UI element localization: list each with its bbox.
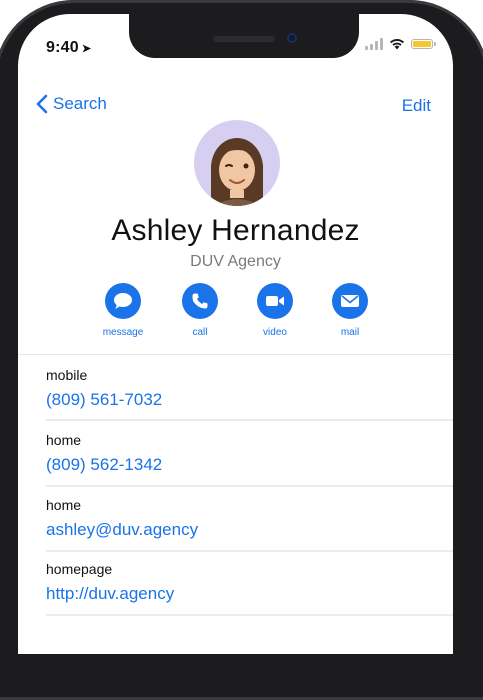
status-indicators bbox=[365, 38, 436, 50]
field-value-email[interactable]: ashley@duv.agency bbox=[46, 520, 446, 540]
field-divider bbox=[46, 419, 453, 421]
video-icon bbox=[257, 283, 293, 319]
signal-icon bbox=[365, 38, 383, 50]
field-home-email: home ashley@duv.agency bbox=[46, 497, 446, 540]
front-camera bbox=[287, 33, 297, 43]
memoji-avatar-icon bbox=[194, 120, 280, 206]
back-button[interactable]: Search bbox=[36, 94, 107, 114]
field-label: home bbox=[46, 432, 82, 448]
battery-icon bbox=[411, 39, 436, 49]
header-divider bbox=[18, 354, 453, 355]
call-button[interactable]: call bbox=[170, 283, 230, 338]
field-label: home bbox=[46, 497, 82, 513]
video-button-label: video bbox=[263, 327, 287, 338]
field-mobile: mobile (809) 561-7032 bbox=[46, 367, 446, 410]
call-button-label: call bbox=[192, 327, 208, 338]
speaker-grille bbox=[213, 36, 275, 42]
notch bbox=[129, 14, 359, 58]
mail-icon bbox=[332, 283, 368, 319]
field-homepage: homepage http://duv.agency bbox=[46, 561, 446, 604]
edit-button[interactable]: Edit bbox=[402, 96, 431, 116]
field-label: homepage bbox=[46, 561, 113, 577]
field-divider bbox=[46, 485, 453, 487]
mail-button[interactable]: mail bbox=[320, 283, 380, 338]
field-label: mobile bbox=[46, 367, 88, 383]
contact-name: Ashley Hernandez bbox=[111, 214, 360, 247]
phone-icon bbox=[182, 283, 218, 319]
phone-screen: 9:40 ➤ Search Edit Ashley Hernandez DUV … bbox=[18, 14, 453, 654]
phone-frame: 9:40 ➤ Search Edit Ashley Hernandez DUV … bbox=[0, 0, 483, 700]
field-divider bbox=[46, 614, 453, 616]
mail-button-label: mail bbox=[340, 327, 360, 338]
contact-company: DUV Agency bbox=[190, 253, 281, 270]
battery-level bbox=[413, 41, 431, 47]
status-time-text: 9:40 bbox=[46, 39, 79, 56]
chevron-left-icon bbox=[36, 94, 48, 114]
field-divider bbox=[46, 550, 453, 552]
location-arrow-icon: ➤ bbox=[81, 43, 92, 55]
status-time: 9:40 ➤ bbox=[46, 39, 91, 57]
field-value-phone[interactable]: (809) 562-1342 bbox=[46, 455, 446, 475]
field-home-phone: home (809) 562-1342 bbox=[46, 432, 446, 475]
field-value-phone[interactable]: (809) 561-7032 bbox=[46, 390, 446, 410]
action-row: message call video mail bbox=[18, 283, 453, 343]
message-button[interactable]: message bbox=[93, 283, 153, 338]
wifi-icon bbox=[390, 39, 404, 50]
message-button-label: message bbox=[102, 327, 144, 338]
field-value-url[interactable]: http://duv.agency bbox=[46, 584, 446, 604]
message-icon bbox=[105, 283, 141, 319]
video-button[interactable]: video bbox=[245, 283, 305, 338]
back-button-label: Search bbox=[53, 94, 107, 113]
